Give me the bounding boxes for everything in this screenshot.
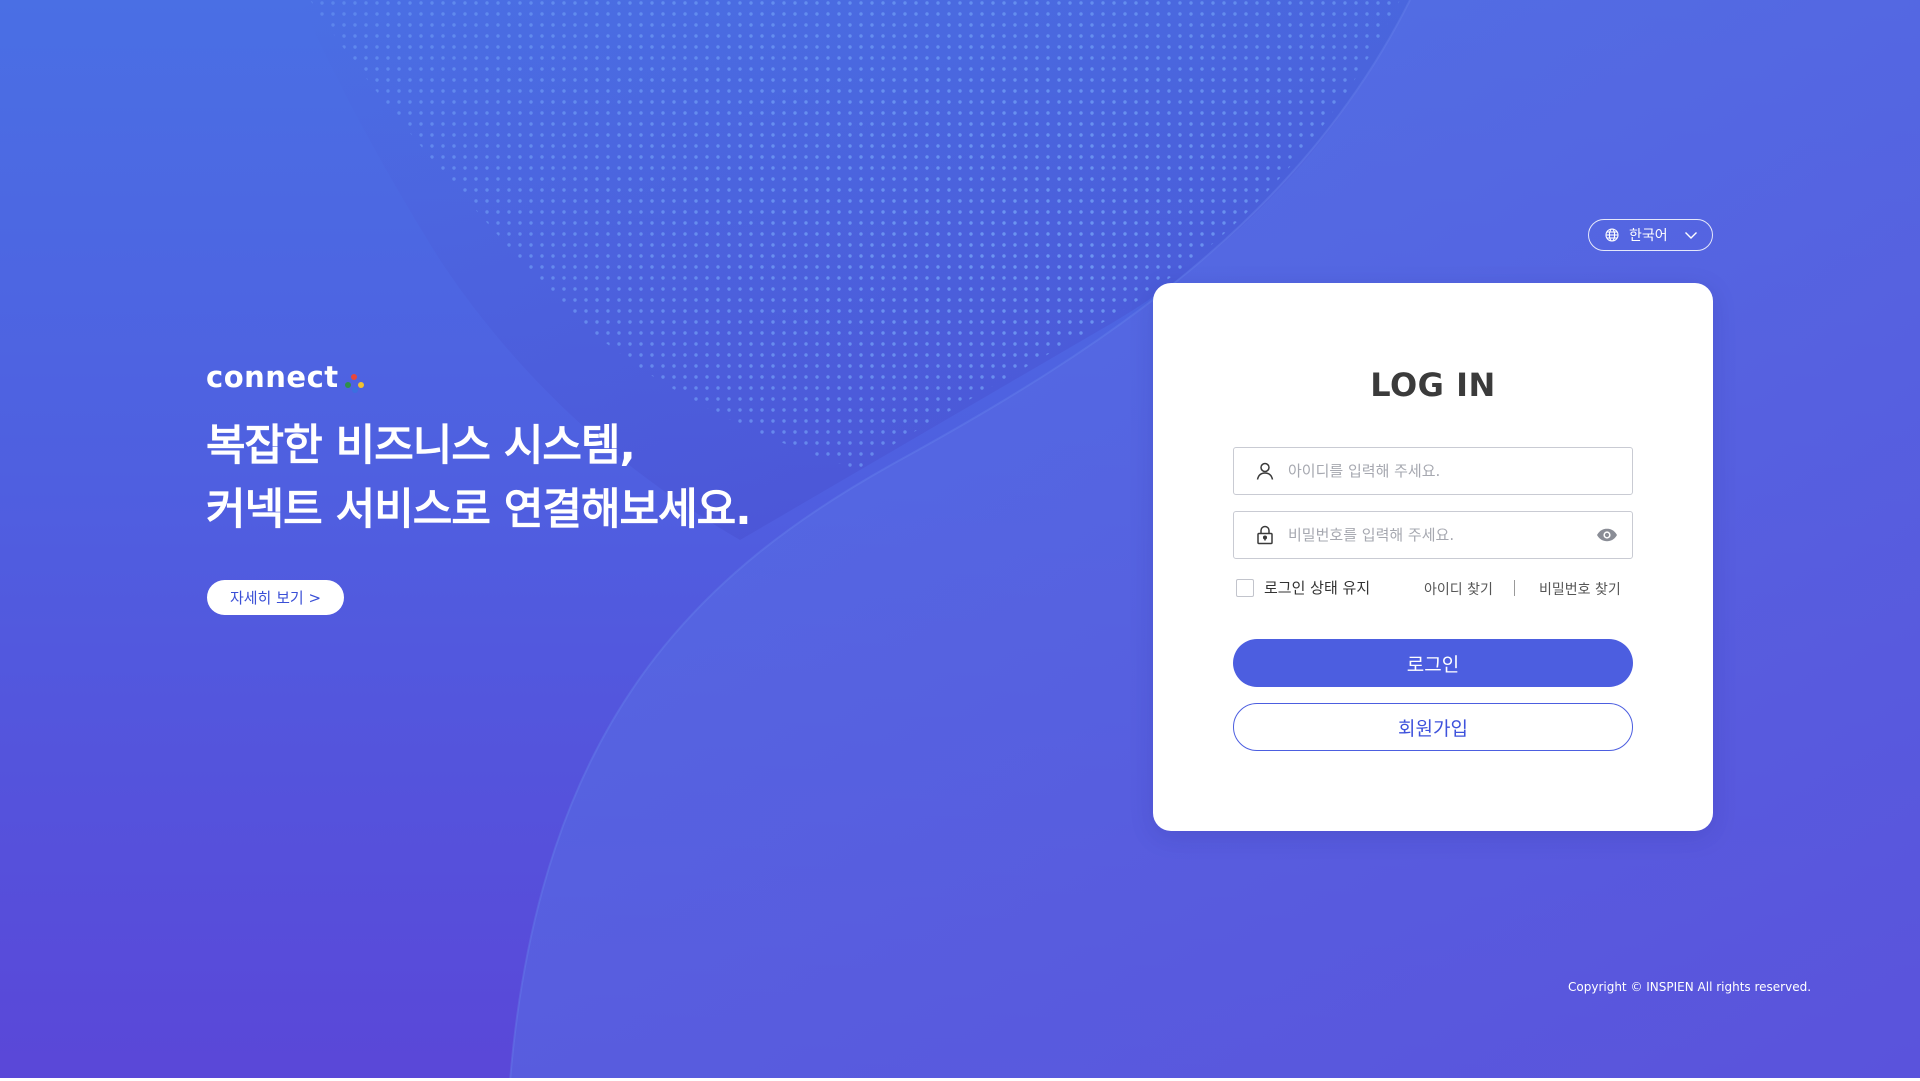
chevron-down-icon — [1684, 231, 1698, 240]
find-password-link[interactable]: 비밀번호 찾기 — [1539, 579, 1621, 599]
language-selector[interactable]: 한국어 — [1588, 219, 1713, 251]
user-id-input[interactable] — [1288, 462, 1618, 480]
hero-line-1: 복잡한 비즈니스 시스템, — [206, 421, 636, 471]
password-input[interactable] — [1288, 526, 1588, 544]
keep-logged-in-label: 로그인 상태 유지 — [1264, 579, 1371, 597]
connect-logo: connect — [206, 360, 367, 394]
login-page: connect 복잡한 비즈니스 시스템, 커넥트 서비스로 연결해보세요. 자… — [0, 0, 1920, 1081]
login-title: LOG IN — [1370, 366, 1496, 404]
find-id-link[interactable]: 아이디 찾기 — [1424, 579, 1493, 599]
password-field — [1233, 511, 1633, 559]
hero-line-2: 커넥트 서비스로 연결해보세요. — [206, 485, 752, 535]
link-divider — [1514, 580, 1515, 596]
signup-button[interactable]: 회원가입 — [1233, 703, 1633, 751]
show-password-eye-icon[interactable] — [1596, 528, 1618, 542]
login-card: LOG IN 아이디를 입력해 주세요. 로그인 상태 유지 아이디 찾기 비밀… — [1153, 283, 1713, 831]
learn-more-button[interactable]: 자세히 보기 > — [207, 580, 344, 615]
copyright-text: Copyright © INSPIEN All rights reserved. — [1568, 980, 1812, 994]
hero-headline: 복잡한 비즈니스 시스템, 커넥트 서비스로 연결해보세요. — [206, 414, 926, 542]
logo-dots-icon — [343, 366, 367, 393]
logo-text: connect — [206, 360, 339, 394]
lock-icon — [1254, 525, 1276, 545]
user-id-field — [1233, 447, 1633, 495]
login-button[interactable]: 로그인 — [1233, 639, 1633, 687]
globe-icon — [1605, 228, 1619, 242]
user-icon — [1254, 461, 1276, 481]
keep-logged-in-toggle[interactable]: 로그인 상태 유지 — [1236, 577, 1370, 598]
language-label: 한국어 — [1629, 228, 1668, 244]
keep-logged-in-checkbox[interactable] — [1236, 578, 1254, 597]
login-options: 로그인 상태 유지 아이디 찾기 비밀번호 찾기 — [1233, 577, 1633, 601]
